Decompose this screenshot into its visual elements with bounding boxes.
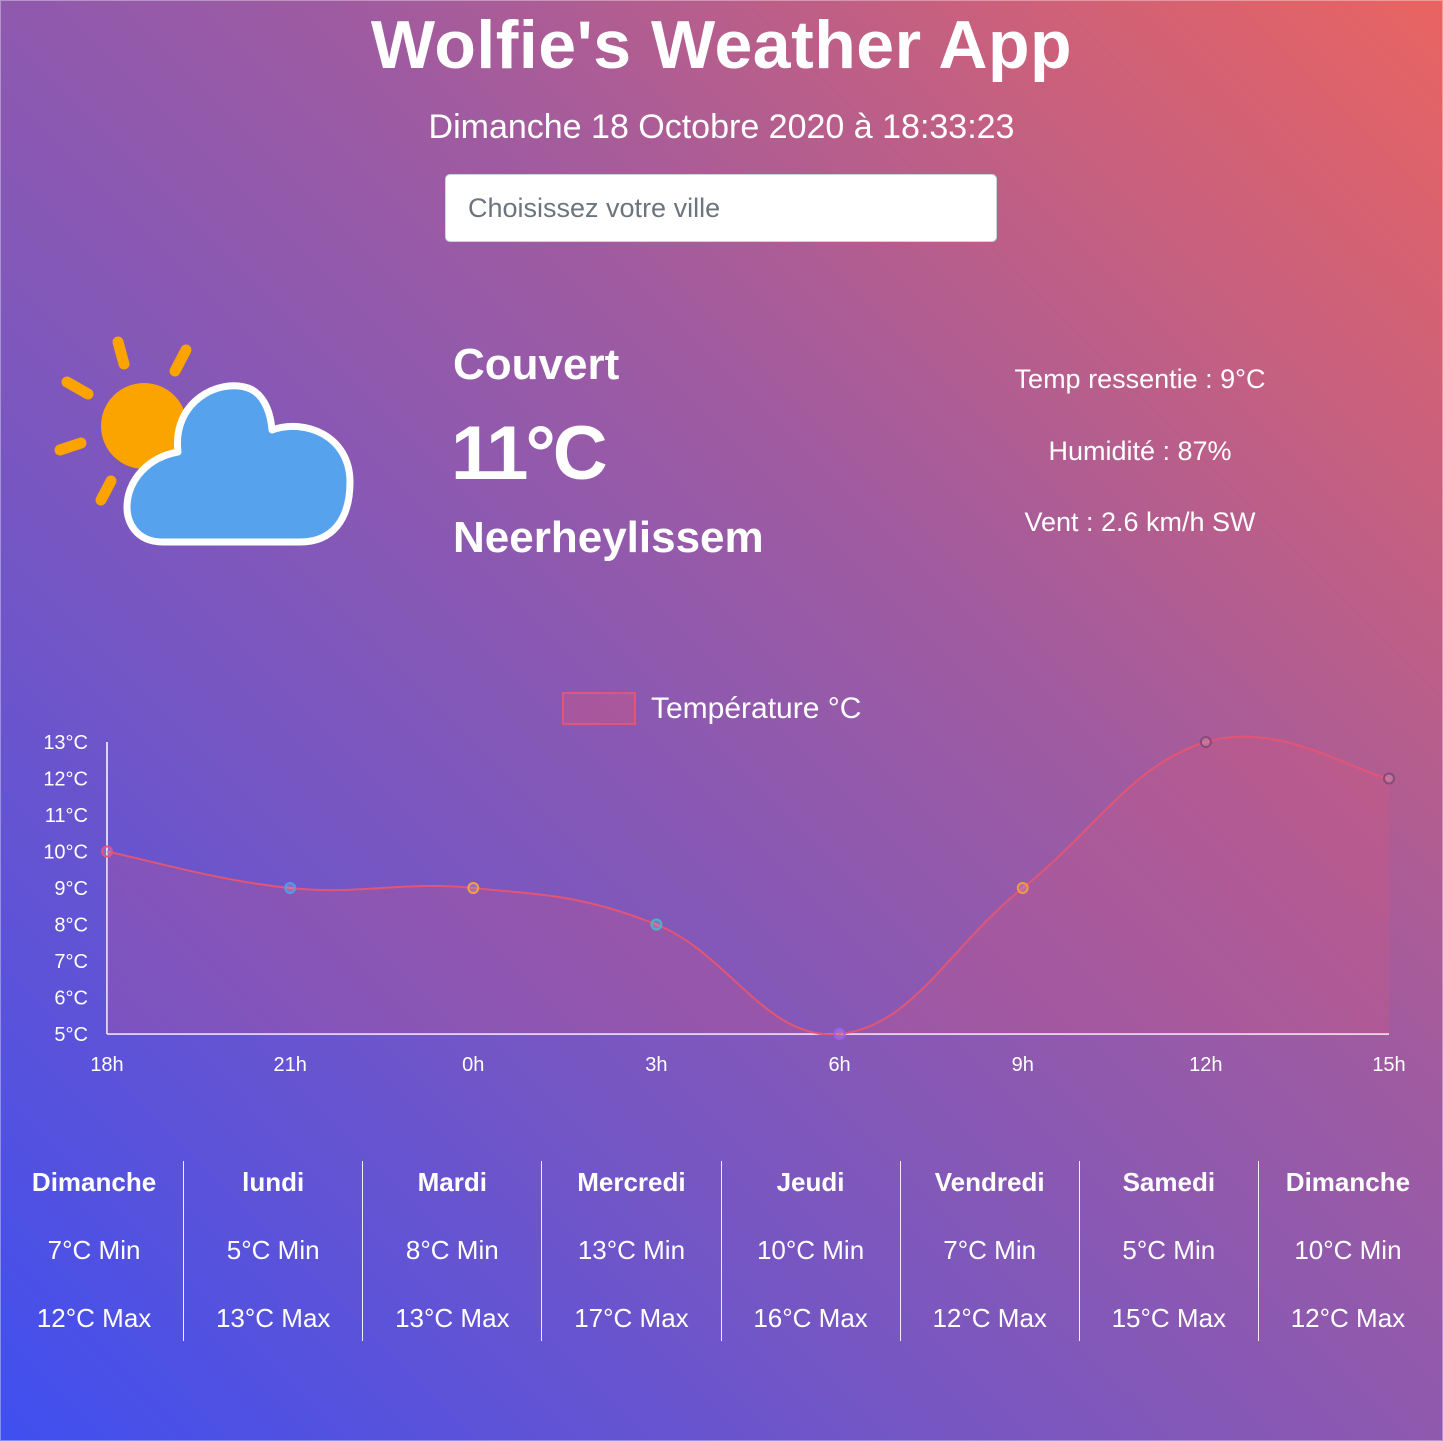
weather-condition: Couvert	[453, 340, 620, 389]
forecast-day: Jeudi 10°C Min 16°C Max	[720, 1161, 900, 1341]
forecast-min-temp: 5°C Min	[1122, 1235, 1216, 1265]
city-name: Neerheylissem	[453, 513, 764, 562]
x-tick-label: 21h	[273, 1054, 306, 1076]
forecast-day: Dimanche 10°C Min 12°C Max	[1257, 1161, 1437, 1341]
forecast-day: Mardi 8°C Min 13°C Max	[362, 1161, 541, 1341]
forecast-max-temp: 13°C Max	[215, 1303, 331, 1333]
y-axis-ticks: 5°C 6°C 7°C 8°C 9°C 10°C 11°C 12°C 13°C	[43, 732, 88, 1046]
x-tick-label: 12h	[1189, 1054, 1222, 1076]
x-tick-label: 18h	[90, 1054, 123, 1076]
data-point[interactable]	[1383, 772, 1395, 785]
app-title: Wolfie's Weather App	[370, 7, 1073, 83]
chart-legend[interactable]: Température °C	[562, 692, 861, 725]
forecast-day: Samedi 5°C Min 15°C Max	[1078, 1161, 1258, 1341]
sun-ray	[95, 475, 117, 506]
sun-ray	[54, 437, 87, 456]
x-tick-label: 3h	[645, 1054, 667, 1076]
data-point[interactable]	[650, 918, 663, 931]
forecast-min-temp: 7°C Min	[47, 1235, 141, 1265]
y-tick-label: 5°C	[54, 1024, 88, 1046]
x-tick-label: 15h	[1372, 1054, 1405, 1076]
temperature-chart: Température °C 5°C 6°C 7°C 8°C 9°C 10°C 11°C 12…	[43, 692, 1406, 1076]
forecast-day-name: lundi	[242, 1167, 305, 1197]
forecast-day-name: Dimanche	[31, 1167, 157, 1197]
forecast-min-temp: 10°C Min	[756, 1235, 865, 1265]
data-point[interactable]	[1016, 882, 1029, 894]
forecast-max-temp: 12°C Max	[36, 1303, 152, 1333]
data-point[interactable]	[467, 882, 480, 894]
city-search-input[interactable]	[445, 174, 997, 242]
forecast-min-temp: 7°C Min	[943, 1235, 1037, 1265]
forecast-max-temp: 12°C Max	[932, 1303, 1047, 1333]
x-tick-label: 9h	[1012, 1054, 1034, 1076]
feels-like-temperature: Temp ressentie : 9°C	[1014, 364, 1266, 394]
forecast-day-name: Mercredi	[577, 1167, 686, 1197]
forecast-day-name: Dimanche	[1285, 1167, 1411, 1197]
current-datetime: Dimanche 18 Octobre 2020 à 18:33:23	[428, 108, 1015, 146]
data-point[interactable]	[284, 882, 297, 894]
forecast-min-temp: 8°C Min	[405, 1235, 499, 1265]
y-tick-label: 7°C	[54, 951, 88, 973]
x-tick-label: 0h	[462, 1054, 484, 1076]
sun-ray	[112, 336, 130, 370]
sun-ray	[169, 344, 192, 377]
weekly-forecast: Dimanche 7°C Min 12°C Max lundi 5°C Min 13°C …	[5, 1161, 1437, 1341]
current-temperature: 11°C	[451, 411, 608, 496]
temperature-area	[107, 736, 1389, 1035]
humidity: Humidité : 87%	[1048, 436, 1232, 466]
forecast-max-temp: 17°C Max	[574, 1303, 689, 1333]
forecast-day: Dimanche 7°C Min 12°C Max	[5, 1161, 183, 1341]
sun-ray	[61, 376, 94, 400]
x-axis-ticks: 18h 21h 0h 3h 6h 9h 12h 15h	[90, 1054, 1405, 1076]
y-tick-label: 12°C	[43, 769, 88, 791]
y-tick-label: 9°C	[54, 878, 88, 900]
y-tick-label: 11°C	[45, 805, 88, 827]
forecast-min-temp: 5°C Min	[226, 1235, 320, 1265]
y-tick-label: 10°C	[43, 842, 88, 864]
forecast-max-temp: 12°C Max	[1290, 1303, 1406, 1333]
forecast-day-name: Samedi	[1122, 1167, 1216, 1197]
y-tick-label: 6°C	[54, 988, 88, 1010]
y-tick-label: 13°C	[43, 732, 88, 754]
y-tick-label: 8°C	[54, 915, 88, 937]
legend-label: Température °C	[651, 692, 861, 725]
x-tick-label: 6h	[828, 1054, 850, 1076]
forecast-day-name: Mardi	[417, 1167, 487, 1197]
data-point[interactable]	[101, 845, 113, 858]
partly-cloudy-icon	[54, 336, 354, 546]
forecast-max-temp: 13°C Max	[395, 1303, 510, 1333]
data-point[interactable]	[833, 1028, 846, 1040]
forecast-day: Mercredi 13°C Min 17°C Max	[541, 1161, 720, 1341]
forecast-min-temp: 13°C Min	[577, 1235, 686, 1265]
forecast-max-temp: 15°C Max	[1111, 1303, 1227, 1333]
forecast-day-name: Vendredi	[934, 1167, 1045, 1197]
forecast-day: lundi 5°C Min 13°C Max	[183, 1161, 362, 1341]
data-point[interactable]	[1199, 736, 1212, 748]
forecast-min-temp: 10°C Min	[1294, 1235, 1402, 1265]
legend-swatch	[562, 692, 636, 725]
forecast-day-name: Jeudi	[776, 1167, 845, 1197]
forecast-max-temp: 16°C Max	[753, 1303, 868, 1333]
wind: Vent : 2.6 km/h SW	[1024, 507, 1256, 537]
forecast-day: Vendredi 7°C Min 12°C Max	[899, 1161, 1079, 1341]
